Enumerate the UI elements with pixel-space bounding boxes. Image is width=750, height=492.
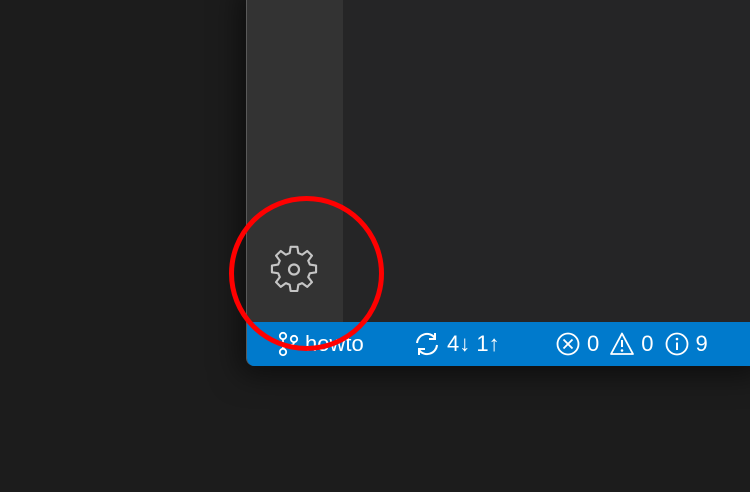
warning-count: 0 (641, 331, 654, 356)
sync-icon (413, 331, 441, 357)
gear-icon (270, 245, 320, 300)
problems-status-item[interactable]: 0 0 9 (555, 322, 708, 366)
branch-status-item[interactable]: howto (277, 322, 364, 366)
sync-status-item[interactable]: 4↓ 1↑ (413, 322, 500, 366)
info-count: 9 (695, 331, 708, 356)
editor-area (343, 0, 750, 322)
error-count: 0 (587, 331, 600, 356)
info-icon (664, 331, 690, 357)
status-bar: howto 4↓ 1↑ 0 0 9 (247, 322, 750, 366)
warning-icon (609, 331, 635, 357)
branch-label: howto (305, 331, 364, 356)
activity-bar (247, 0, 343, 322)
error-icon (555, 331, 581, 357)
manage-gear-button[interactable] (267, 244, 323, 300)
vscode-window: howto 4↓ 1↑ 0 0 9 (246, 0, 750, 366)
sync-label: 4↓ 1↑ (447, 331, 500, 356)
source-control-branch-icon (277, 331, 299, 357)
